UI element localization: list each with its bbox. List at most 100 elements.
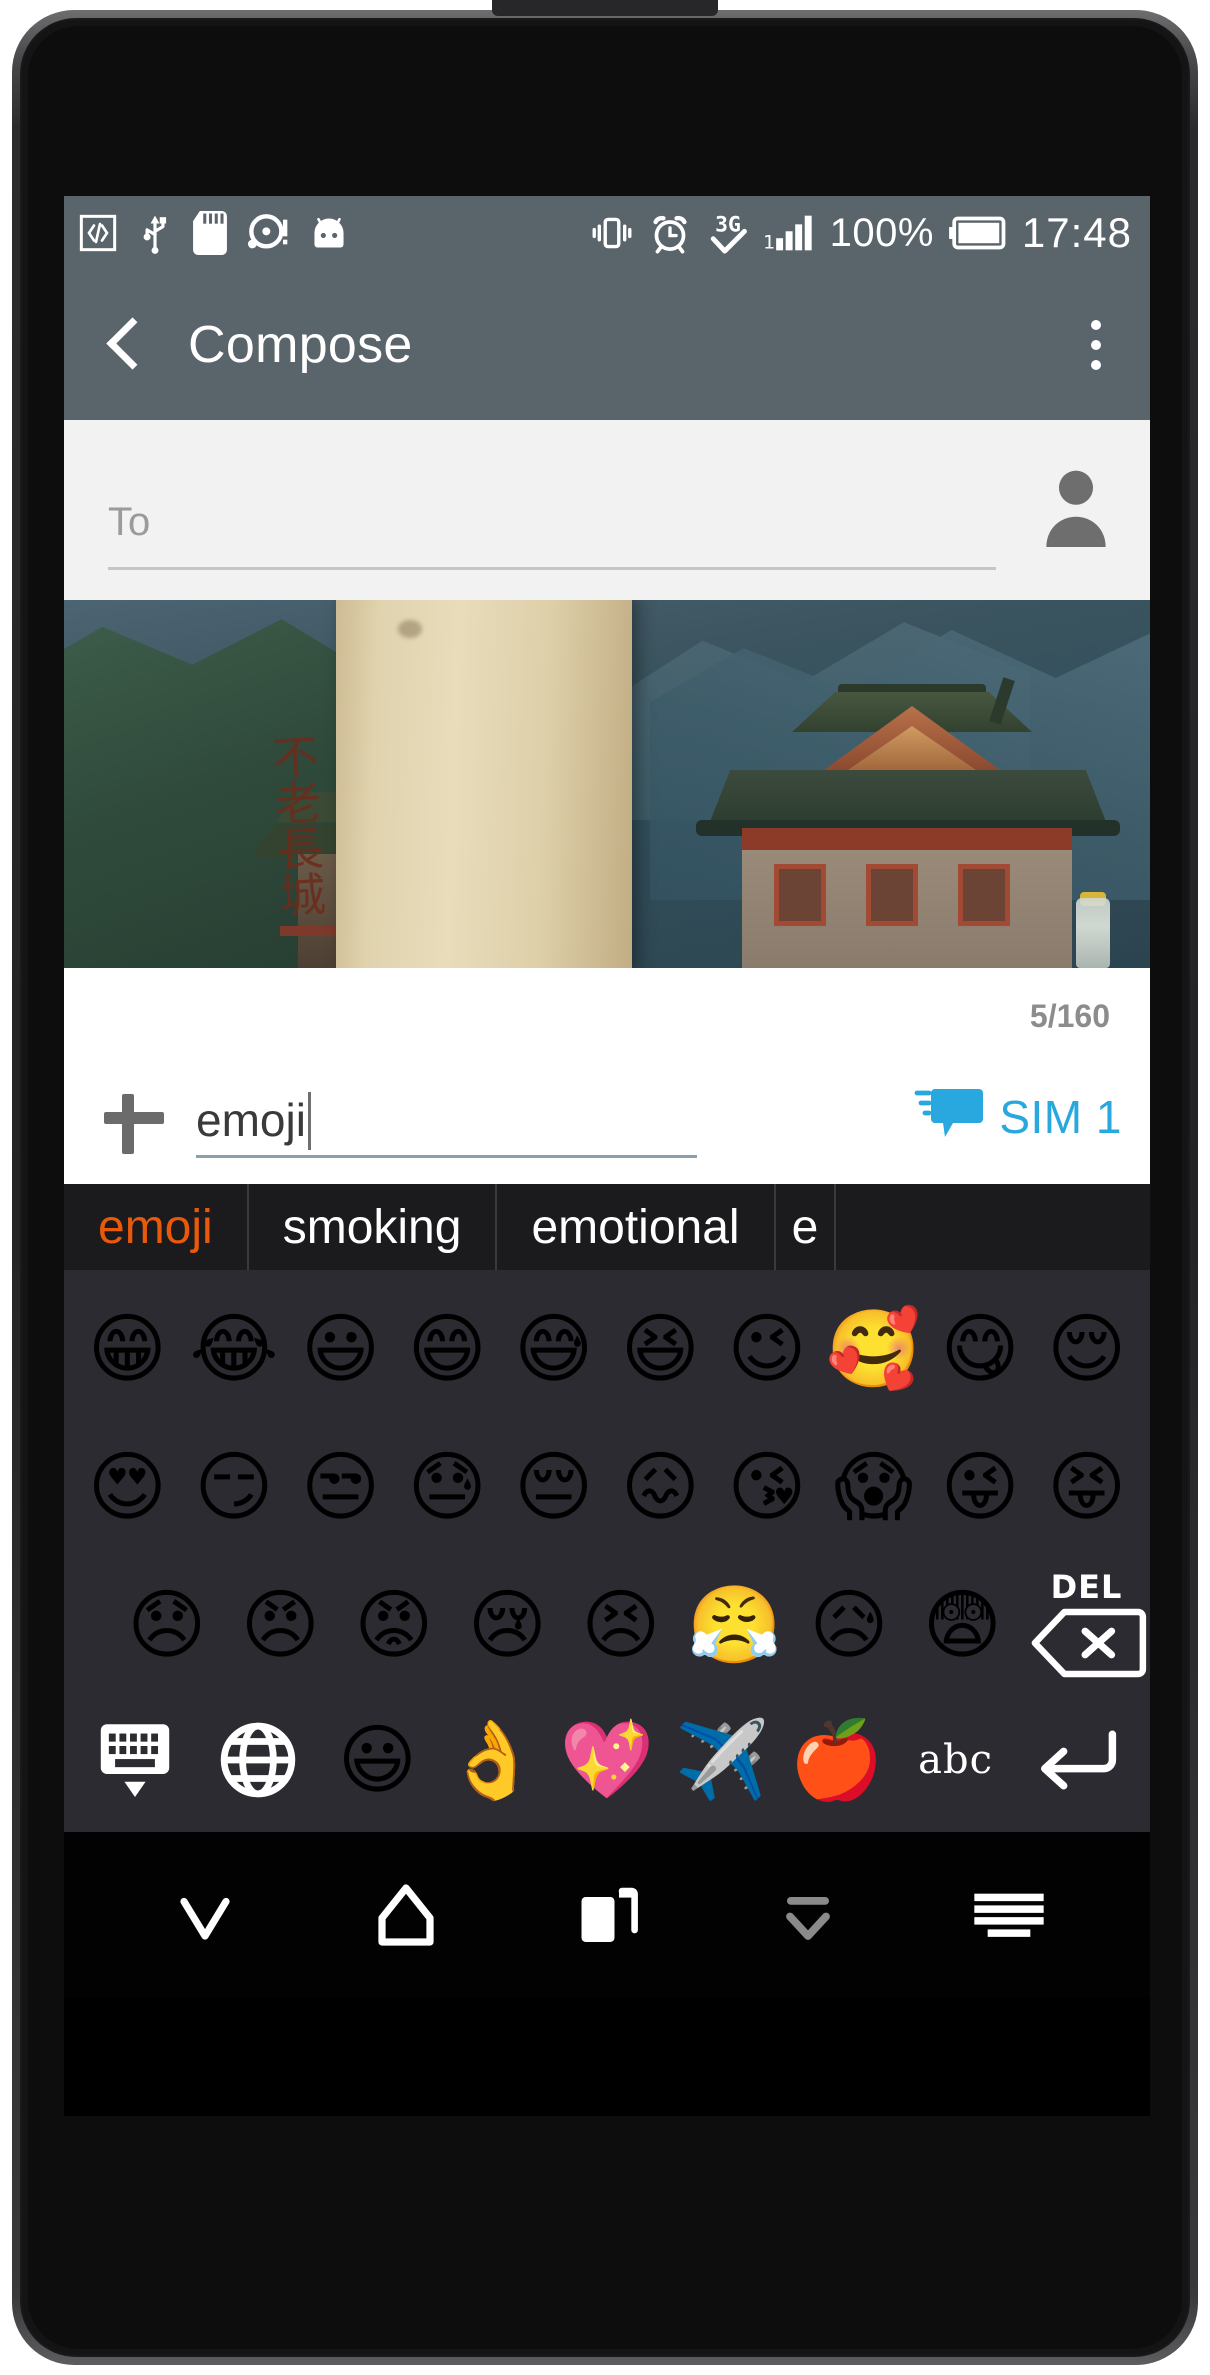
nav-back-button[interactable] <box>150 1860 260 1970</box>
emoji-angry-face[interactable]: 😠 <box>233 1573 326 1677</box>
category-smileys-icon[interactable]: 😃 <box>329 1708 425 1812</box>
emoji-row-1: 😁 😂 😃 😄 😅 😆 😉 🥰 😋 😌 <box>64 1280 1150 1418</box>
page-title: Compose <box>188 316 413 374</box>
enter-return-key[interactable] <box>1026 1708 1130 1812</box>
phone-chin <box>64 2116 1150 2306</box>
nav-hide-ime-button[interactable] <box>753 1860 863 1970</box>
battery-percent-label: 100% <box>829 211 934 255</box>
emoji-savoring-food[interactable]: 😋 <box>932 1297 1028 1401</box>
emoji-grinning-smiling-eyes[interactable]: 😄 <box>399 1297 495 1401</box>
category-food-icon[interactable]: 🍎 <box>789 1708 885 1812</box>
phone-top-tab <box>492 0 718 16</box>
emoji-grinning-sweat[interactable]: 😅 <box>506 1297 602 1401</box>
emoji-grinning-face[interactable]: 😃 <box>292 1297 388 1401</box>
emoji-relieved-face[interactable]: 😌 <box>1039 1297 1135 1401</box>
emoji-pensive-face[interactable]: 😔 <box>506 1435 602 1539</box>
emoji-smiling-hearts[interactable]: 🥰 <box>825 1297 921 1401</box>
emoji-winking-face[interactable]: 😉 <box>719 1297 815 1401</box>
network-3g-icon: 3G <box>706 210 750 256</box>
message-text: emoji <box>196 1094 306 1146</box>
message-underline <box>196 1155 697 1158</box>
emoji-fearful-face[interactable]: 😨 <box>916 1573 1009 1677</box>
emoji-row-2: 😍 😏 😒 😓 😔 😖 😘 😱 😜 😝 <box>64 1418 1150 1556</box>
image-bottle <box>1076 898 1110 968</box>
send-message-icon <box>913 1083 985 1150</box>
emoji-heart-eyes[interactable]: 😍 <box>79 1435 175 1539</box>
svg-text:3G: 3G <box>715 212 741 237</box>
android-robot-icon <box>308 213 350 253</box>
add-attachment-icon[interactable] <box>98 1082 170 1154</box>
suggestion-item-3[interactable]: emotional <box>497 1184 776 1270</box>
emoji-grinning-teeth[interactable]: 😁 <box>79 1297 175 1401</box>
status-bar-left-icons <box>78 211 350 255</box>
emoji-smirking-face[interactable]: 😏 <box>186 1435 282 1539</box>
contact-picker-icon[interactable] <box>1028 460 1124 570</box>
action-bar: Compose <box>64 270 1150 420</box>
category-travel-icon[interactable]: ✈️ <box>674 1708 770 1812</box>
suggestion-item-4[interactable]: e <box>776 1184 837 1270</box>
language-globe-icon[interactable] <box>206 1708 310 1812</box>
text-caret <box>307 1092 311 1150</box>
recipient-placeholder: To <box>108 500 151 544</box>
phone-screen: 3G 1 100% 17:48 Compose To 不老長城 5/160 em… <box>64 196 1150 2116</box>
recipient-row: To <box>64 420 1150 600</box>
emoji-disappointed-face[interactable]: 😞 <box>120 1573 213 1677</box>
emoji-downcast-sweat[interactable]: 😓 <box>399 1435 495 1539</box>
category-hearts-icon[interactable]: 💖 <box>559 1708 655 1812</box>
emoji-row-3: 😞 😠 😡 😢 😣 😤 😥 😨 DEL <box>64 1556 1150 1694</box>
suggestion-item-1[interactable]: emoji <box>64 1184 249 1270</box>
phone-device: 3G 1 100% 17:48 Compose To 不老長城 5/160 em… <box>0 0 1210 2375</box>
emoji-persevering-face[interactable]: 😣 <box>574 1573 667 1677</box>
emoji-kiss-heart[interactable]: 😘 <box>719 1435 815 1539</box>
suggestion-item-2[interactable]: smoking <box>249 1184 498 1270</box>
send-button[interactable]: SIM 1 <box>913 1083 1122 1150</box>
attached-image[interactable]: 不老長城 <box>64 600 1150 968</box>
svg-text:1: 1 <box>764 232 775 254</box>
suggestion-bar: emoji smoking emotional e <box>64 1184 1150 1270</box>
nav-home-button[interactable] <box>351 1860 461 1970</box>
emoji-squinting-tongue[interactable]: 😝 <box>1039 1435 1135 1539</box>
emoji-triumph-steam[interactable]: 😤 <box>687 1573 782 1677</box>
usb-debugging-icon <box>78 213 118 253</box>
delete-key[interactable]: DEL <box>1029 1568 1147 1680</box>
disc-alert-icon <box>246 213 290 253</box>
vibrate-mode-icon <box>590 211 634 255</box>
emoji-sad-relieved[interactable]: 😥 <box>802 1573 895 1677</box>
nav-recents-button[interactable] <box>552 1860 662 1970</box>
emoji-squinting-laugh[interactable]: 😆 <box>612 1297 708 1401</box>
emoji-crying-face[interactable]: 😢 <box>460 1573 553 1677</box>
battery-full-icon <box>948 216 1008 250</box>
emoji-keyboard: 😁 😂 😃 😄 😅 😆 😉 🥰 😋 😌 😍 😏 😒 😓 😔 😖 😘 😱 😜 😝 … <box>64 1270 1150 1832</box>
status-bar: 3G 1 100% 17:48 <box>64 196 1150 270</box>
image-temple <box>696 668 1126 968</box>
emoji-winking-tongue[interactable]: 😜 <box>932 1435 1028 1539</box>
signal-strength-icon: 1 <box>764 212 816 254</box>
back-arrow-icon[interactable] <box>94 315 154 375</box>
image-calligraphy-text: 不老長城 <box>264 732 328 919</box>
emoji-screaming-fear[interactable]: 😱 <box>825 1435 921 1539</box>
emoji-tears-of-joy[interactable]: 😂 <box>186 1297 282 1401</box>
status-bar-right-icons: 3G 1 100% 17:48 <box>590 210 1132 256</box>
sim-label: SIM 1 <box>999 1090 1122 1143</box>
sd-card-icon <box>192 211 228 255</box>
image-stone-stele <box>336 600 632 968</box>
switch-to-abc-key[interactable]: abc <box>904 1708 1008 1812</box>
recipient-underline <box>108 567 996 570</box>
emoji-confounded-face[interactable]: 😖 <box>612 1435 708 1539</box>
system-nav-bar <box>64 1832 1150 1998</box>
emoji-unamused-face[interactable]: 😒 <box>292 1435 388 1539</box>
emoji-function-row: 😃 👌 💖 ✈️ 🍎 abc <box>64 1694 1150 1826</box>
emoji-pouting-rage[interactable]: 😡 <box>347 1573 440 1677</box>
compose-area: 5/160 emoji SIM 1 <box>64 968 1150 1184</box>
category-gestures-icon[interactable]: 👌 <box>444 1708 540 1812</box>
character-counter: 5/160 <box>1029 998 1110 1034</box>
nav-switch-ime-button[interactable] <box>954 1860 1064 1970</box>
message-input[interactable]: emoji <box>196 1092 891 1158</box>
delete-key-label: DEL <box>1050 1568 1123 1606</box>
alarm-icon <box>648 211 692 255</box>
recipient-field[interactable]: To <box>108 500 1006 570</box>
overflow-menu-icon[interactable] <box>1068 308 1124 382</box>
usb-connected-icon <box>136 212 174 254</box>
clock-label: 17:48 <box>1021 209 1132 256</box>
hide-keyboard-icon[interactable] <box>83 1708 187 1812</box>
